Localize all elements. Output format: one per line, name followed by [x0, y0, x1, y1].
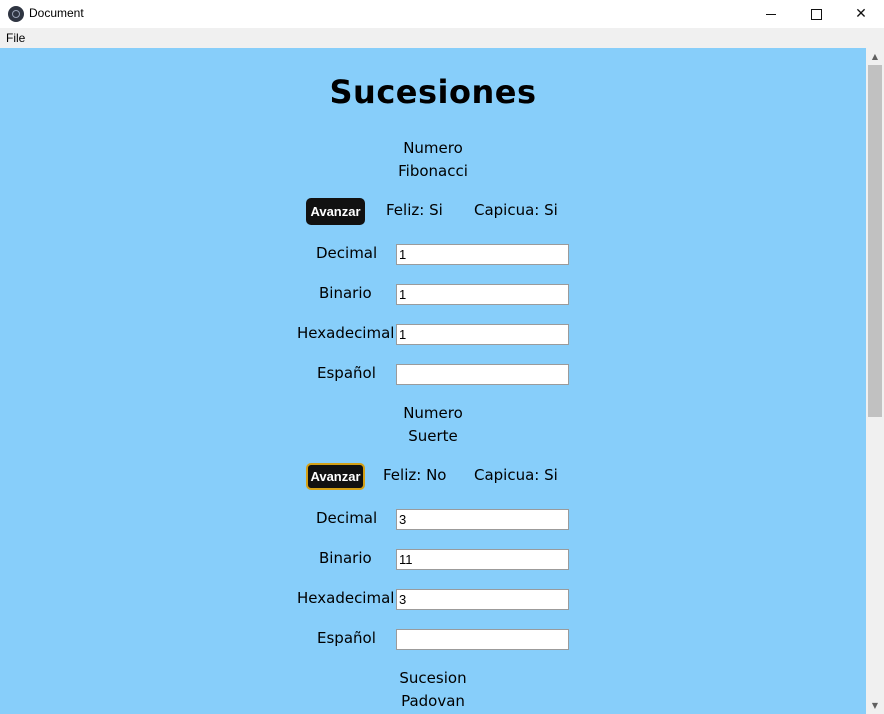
espanol-input[interactable] — [396, 629, 569, 650]
heading-line: Padovan — [401, 692, 465, 710]
page-title: Sucesiones — [329, 73, 537, 111]
binario-input[interactable] — [396, 549, 569, 570]
title-bar: Document ✕ — [0, 0, 884, 28]
feliz-status: Feliz: No — [383, 466, 447, 484]
heading-line: Numero — [403, 404, 463, 422]
minimize-button[interactable] — [748, 0, 794, 28]
hexadecimal-input[interactable] — [396, 324, 569, 345]
heading-line: Sucesion — [399, 669, 467, 687]
maximize-button[interactable] — [793, 0, 839, 28]
decimal-input[interactable] — [396, 244, 569, 265]
decimal-label: Decimal — [316, 509, 378, 527]
feliz-status: Feliz: Si — [386, 201, 443, 219]
menu-bar: File — [0, 28, 884, 48]
hexadecimal-input[interactable] — [396, 589, 569, 610]
minimize-icon — [766, 13, 776, 15]
vertical-scrollbar[interactable]: ▲ ▼ — [866, 48, 884, 714]
close-button[interactable]: ✕ — [838, 0, 884, 28]
binario-input[interactable] — [396, 284, 569, 305]
hexadecimal-label: Hexadecimal — [297, 324, 395, 342]
hexadecimal-label: Hexadecimal — [297, 589, 395, 607]
capicua-status: Capicua: Si — [474, 201, 558, 219]
heading-line: Suerte — [408, 427, 458, 445]
decimal-input[interactable] — [396, 509, 569, 530]
espanol-label: Español — [317, 629, 376, 647]
scroll-down-arrow-icon[interactable]: ▼ — [866, 697, 884, 714]
menu-file[interactable]: File — [6, 31, 25, 45]
scroll-thumb[interactable] — [868, 65, 882, 417]
section-heading-suerte: Numero Suerte — [0, 402, 866, 448]
binario-label: Binario — [319, 284, 372, 302]
close-icon: ✕ — [855, 6, 867, 22]
espanol-input[interactable] — [396, 364, 569, 385]
app-icon — [8, 6, 24, 22]
espanol-label: Español — [317, 364, 376, 382]
section-heading-fibonacci: Numero Fibonacci — [0, 137, 866, 183]
scroll-up-arrow-icon[interactable]: ▲ — [866, 48, 884, 65]
decimal-label: Decimal — [316, 244, 378, 262]
section-heading-padovan: Sucesion Padovan — [0, 667, 866, 713]
advance-button-suerte[interactable]: Avanzar — [306, 463, 365, 490]
binario-label: Binario — [319, 549, 372, 567]
page-content: Sucesiones Numero Fibonacci Avanzar Feli… — [0, 48, 866, 714]
maximize-icon — [810, 8, 822, 20]
capicua-status: Capicua: Si — [474, 466, 558, 484]
heading-line: Numero — [403, 139, 463, 157]
window-title: Document — [29, 6, 84, 20]
advance-button-fibonacci[interactable]: Avanzar — [306, 198, 365, 225]
heading-line: Fibonacci — [398, 162, 468, 180]
